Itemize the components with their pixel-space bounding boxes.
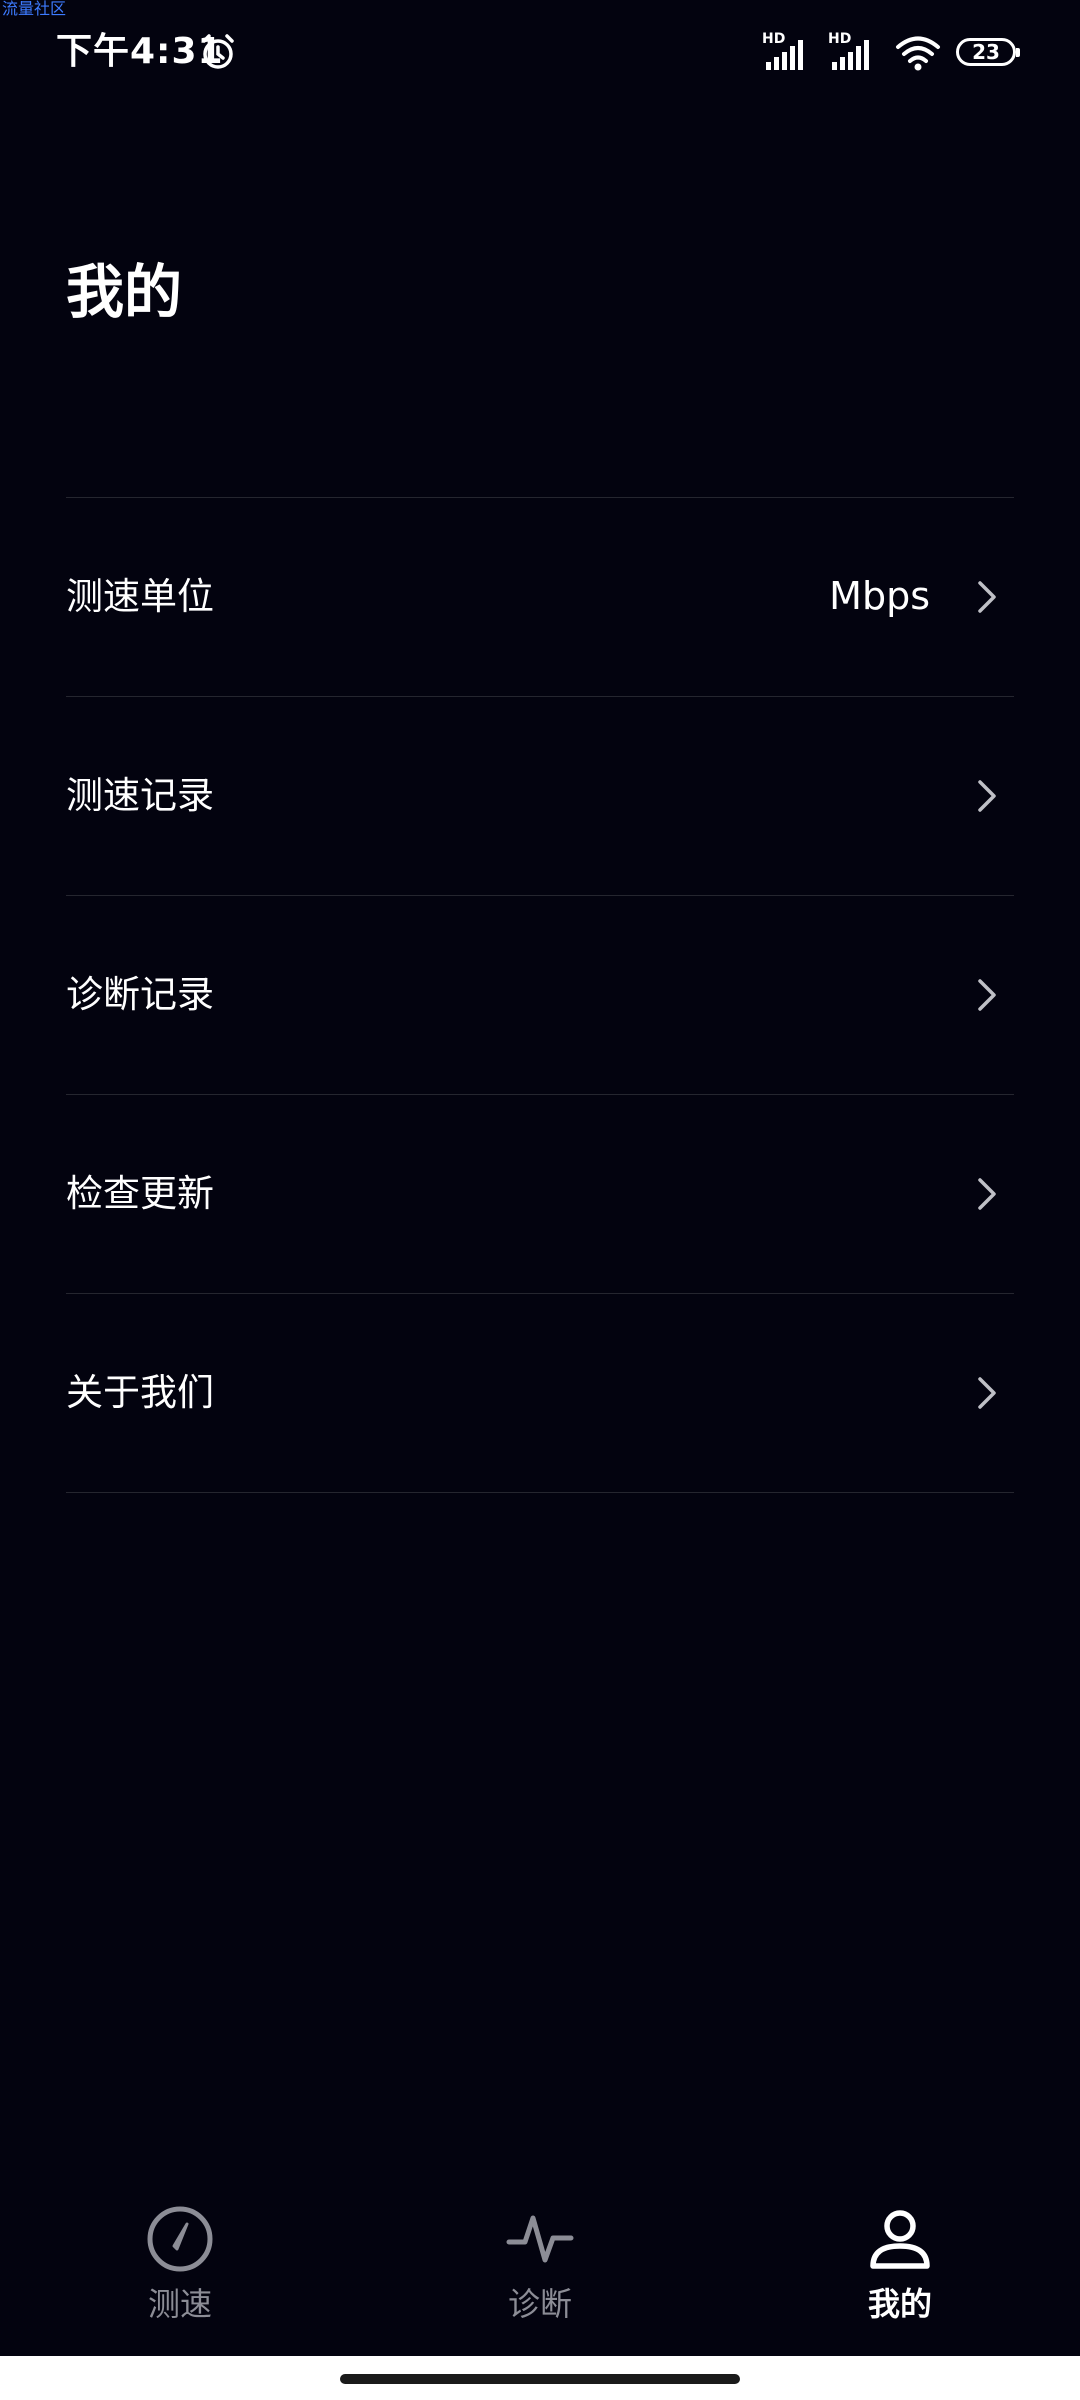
navigation-bar xyxy=(0,2356,1080,2400)
tab-speed-test[interactable]: 测速 xyxy=(80,2180,280,2340)
tab-label: 我的 xyxy=(867,2285,932,2323)
menu-item-value: Mbps xyxy=(829,574,930,618)
menu-item-diagnosis-history[interactable]: 诊断记录 xyxy=(66,896,1014,1095)
menu-item-label: 诊断记录 xyxy=(66,973,214,1016)
menu-item-check-update[interactable]: 检查更新 xyxy=(66,1095,1014,1294)
chevron-right-icon xyxy=(978,979,996,1011)
tab-label: 诊断 xyxy=(507,2285,572,2323)
chevron-right-icon xyxy=(978,1377,996,1409)
settings-menu: 测速单位 Mbps 测速记录 诊断记录 检查更新 关于我们 xyxy=(66,497,1014,1493)
page-title: 我的 xyxy=(66,258,183,326)
home-indicator[interactable] xyxy=(340,2374,740,2384)
battery-icon: 23 xyxy=(956,38,1020,66)
menu-item-about-us[interactable]: 关于我们 xyxy=(66,1294,1014,1493)
status-icons: HD HD 23 xyxy=(762,30,1020,74)
wifi-icon xyxy=(896,36,940,71)
menu-item-label: 检查更新 xyxy=(66,1172,214,1215)
menu-item-label: 关于我们 xyxy=(66,1371,214,1414)
alarm-icon xyxy=(202,34,234,69)
tab-mine[interactable]: 我的 xyxy=(800,2180,1000,2340)
menu-item-speed-history[interactable]: 测速记录 xyxy=(66,697,1014,896)
menu-item-speed-unit[interactable]: 测速单位 Mbps xyxy=(66,498,1014,697)
tab-diagnosis[interactable]: 诊断 xyxy=(440,2180,640,2340)
chevron-right-icon xyxy=(978,581,996,613)
person-icon xyxy=(870,2210,930,2269)
menu-item-label: 测速单位 xyxy=(66,575,214,618)
bottom-tab-bar: 测速 诊断 我的 xyxy=(0,2180,1080,2340)
chevron-right-icon xyxy=(978,780,996,812)
chevron-right-icon xyxy=(978,1178,996,1210)
status-bar: 下午4:31 HD HD 23 xyxy=(0,0,1080,100)
battery-level: 23 xyxy=(972,40,1000,64)
signal-icon: HD xyxy=(828,32,880,72)
pulse-icon xyxy=(506,2215,574,2263)
signal-icon: HD xyxy=(762,32,814,72)
tab-label: 测速 xyxy=(147,2285,212,2323)
screen: 流量社区 下午4:31 HD HD 23 我的 测速单位 Mbps 测速记录 诊… xyxy=(0,0,1080,2400)
menu-item-label: 测速记录 xyxy=(66,774,214,817)
speedometer-icon xyxy=(147,2206,213,2272)
